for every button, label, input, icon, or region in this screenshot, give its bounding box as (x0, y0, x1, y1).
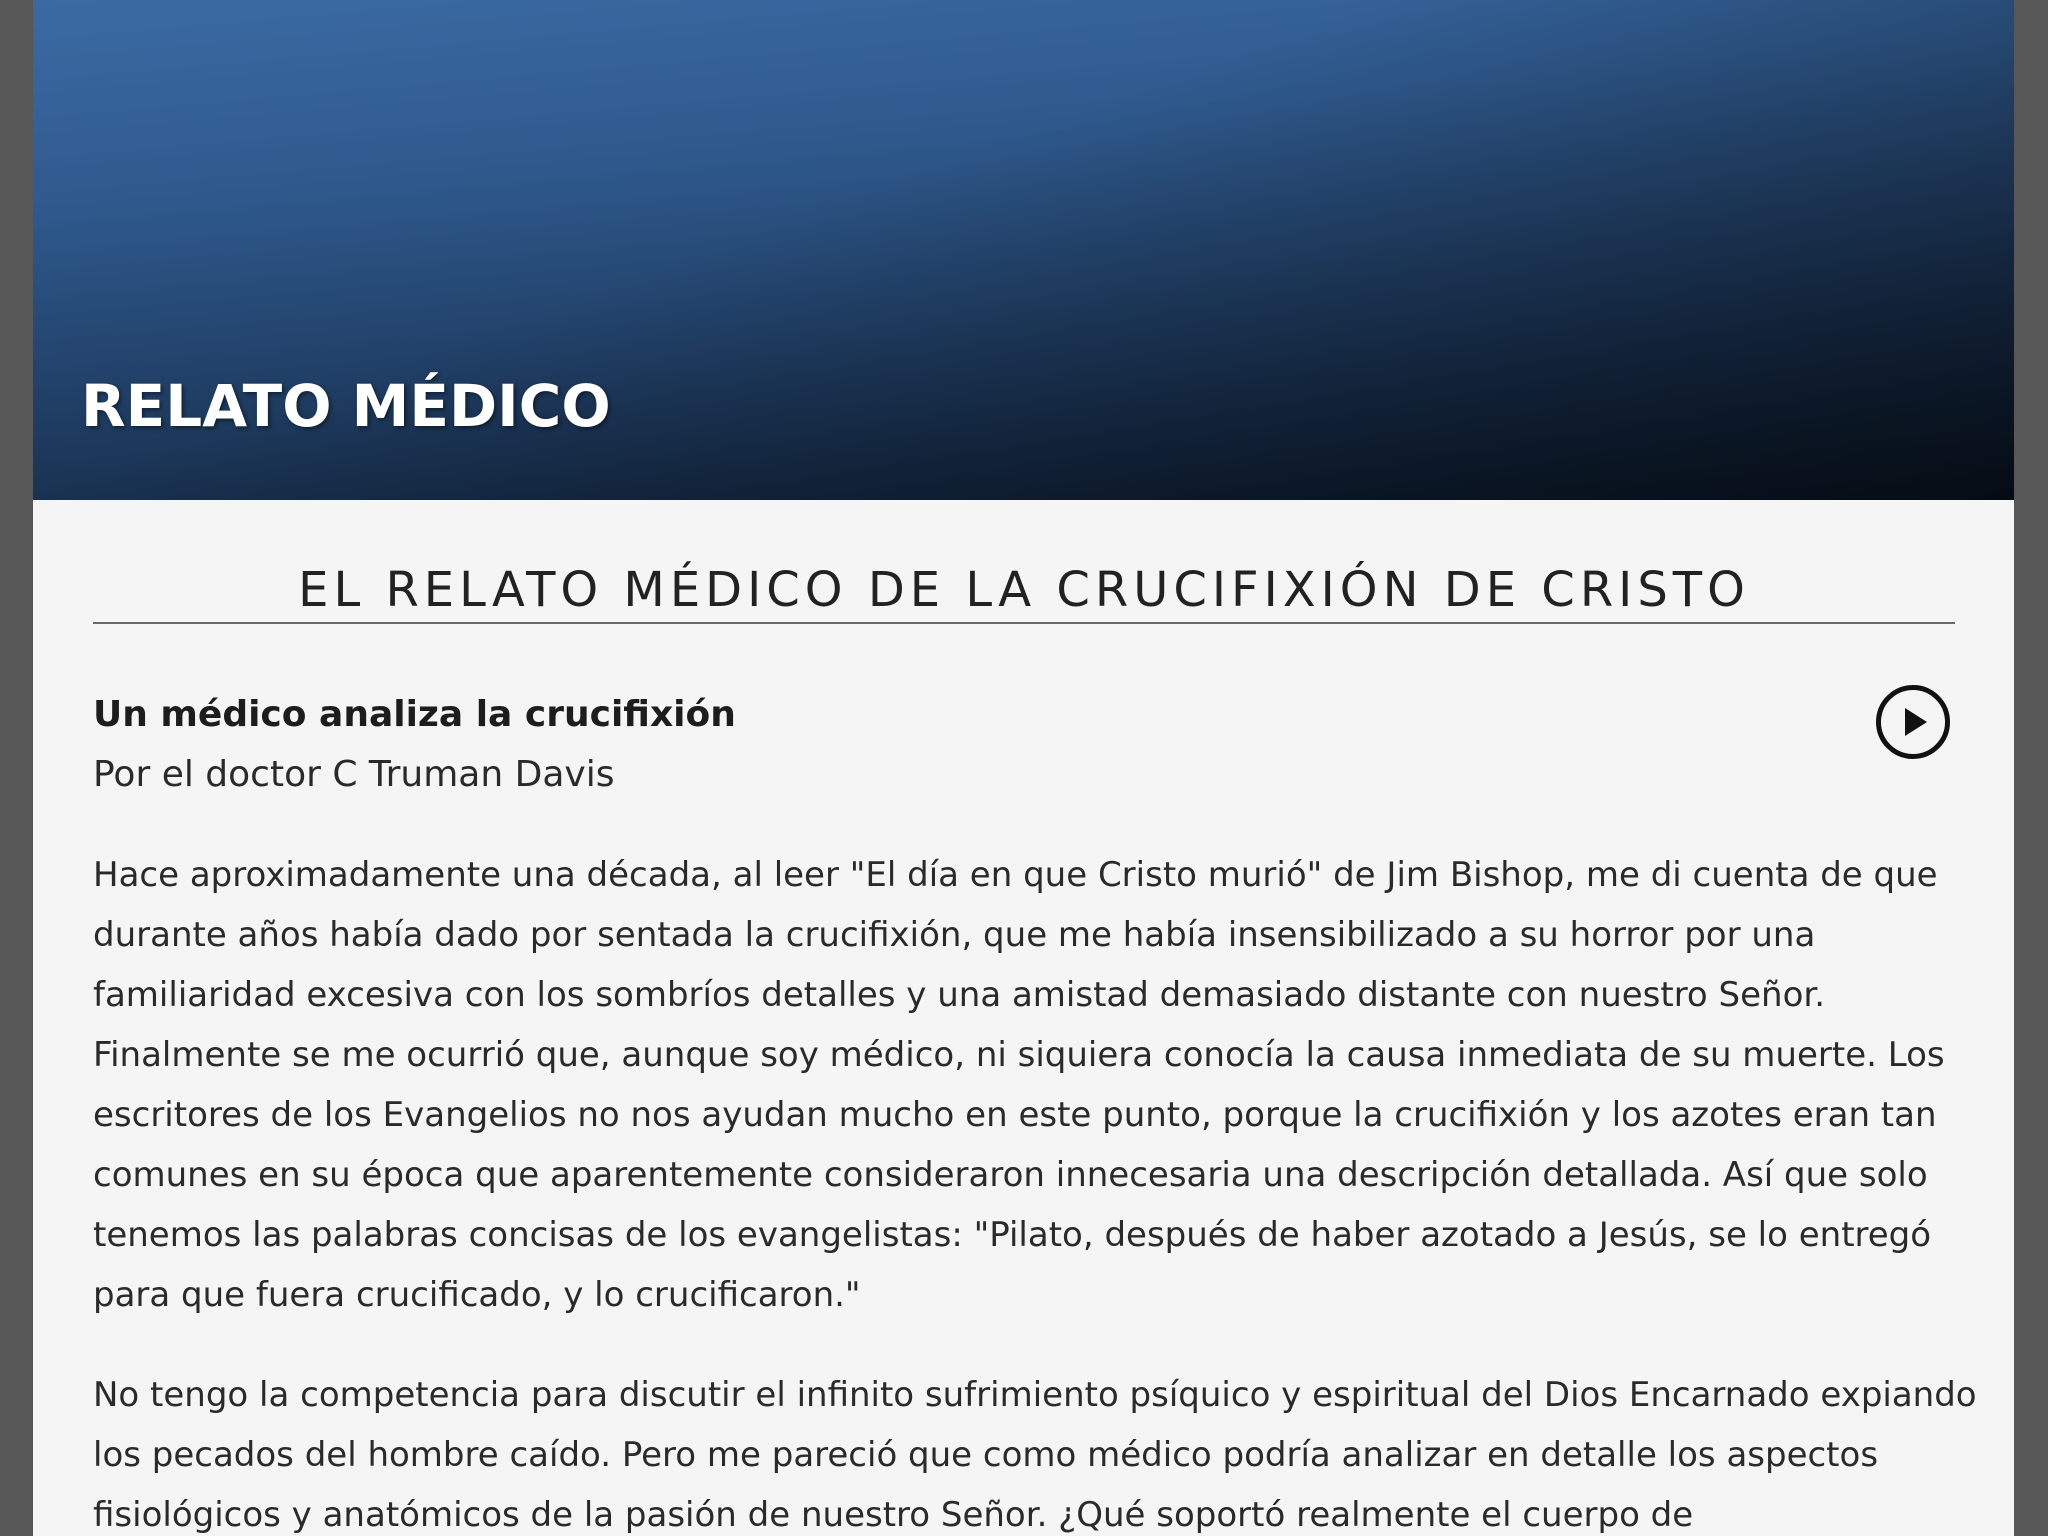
article-byline: Por el doctor C Truman Davis (93, 754, 615, 795)
play-circle-icon (1905, 708, 1927, 736)
article-page: RELATO MÉDICO EL RELATO MÉDICO DE LA CRU… (33, 0, 2014, 1536)
article-paragraph: No tengo la competencia para discutir el… (93, 1375, 1977, 1535)
article-heading: EL RELATO MÉDICO DE LA CRUCIFIXIÓN DE CR… (93, 560, 1955, 624)
play-audio-button[interactable] (1876, 685, 1950, 759)
hero-banner: RELATO MÉDICO (33, 0, 2014, 500)
page-title: RELATO MÉDICO (81, 372, 611, 440)
article-paragraph: Hace aproximadamente una década, al leer… (93, 855, 1945, 1315)
article-subtitle: Un médico analiza la crucifixión (93, 694, 736, 735)
